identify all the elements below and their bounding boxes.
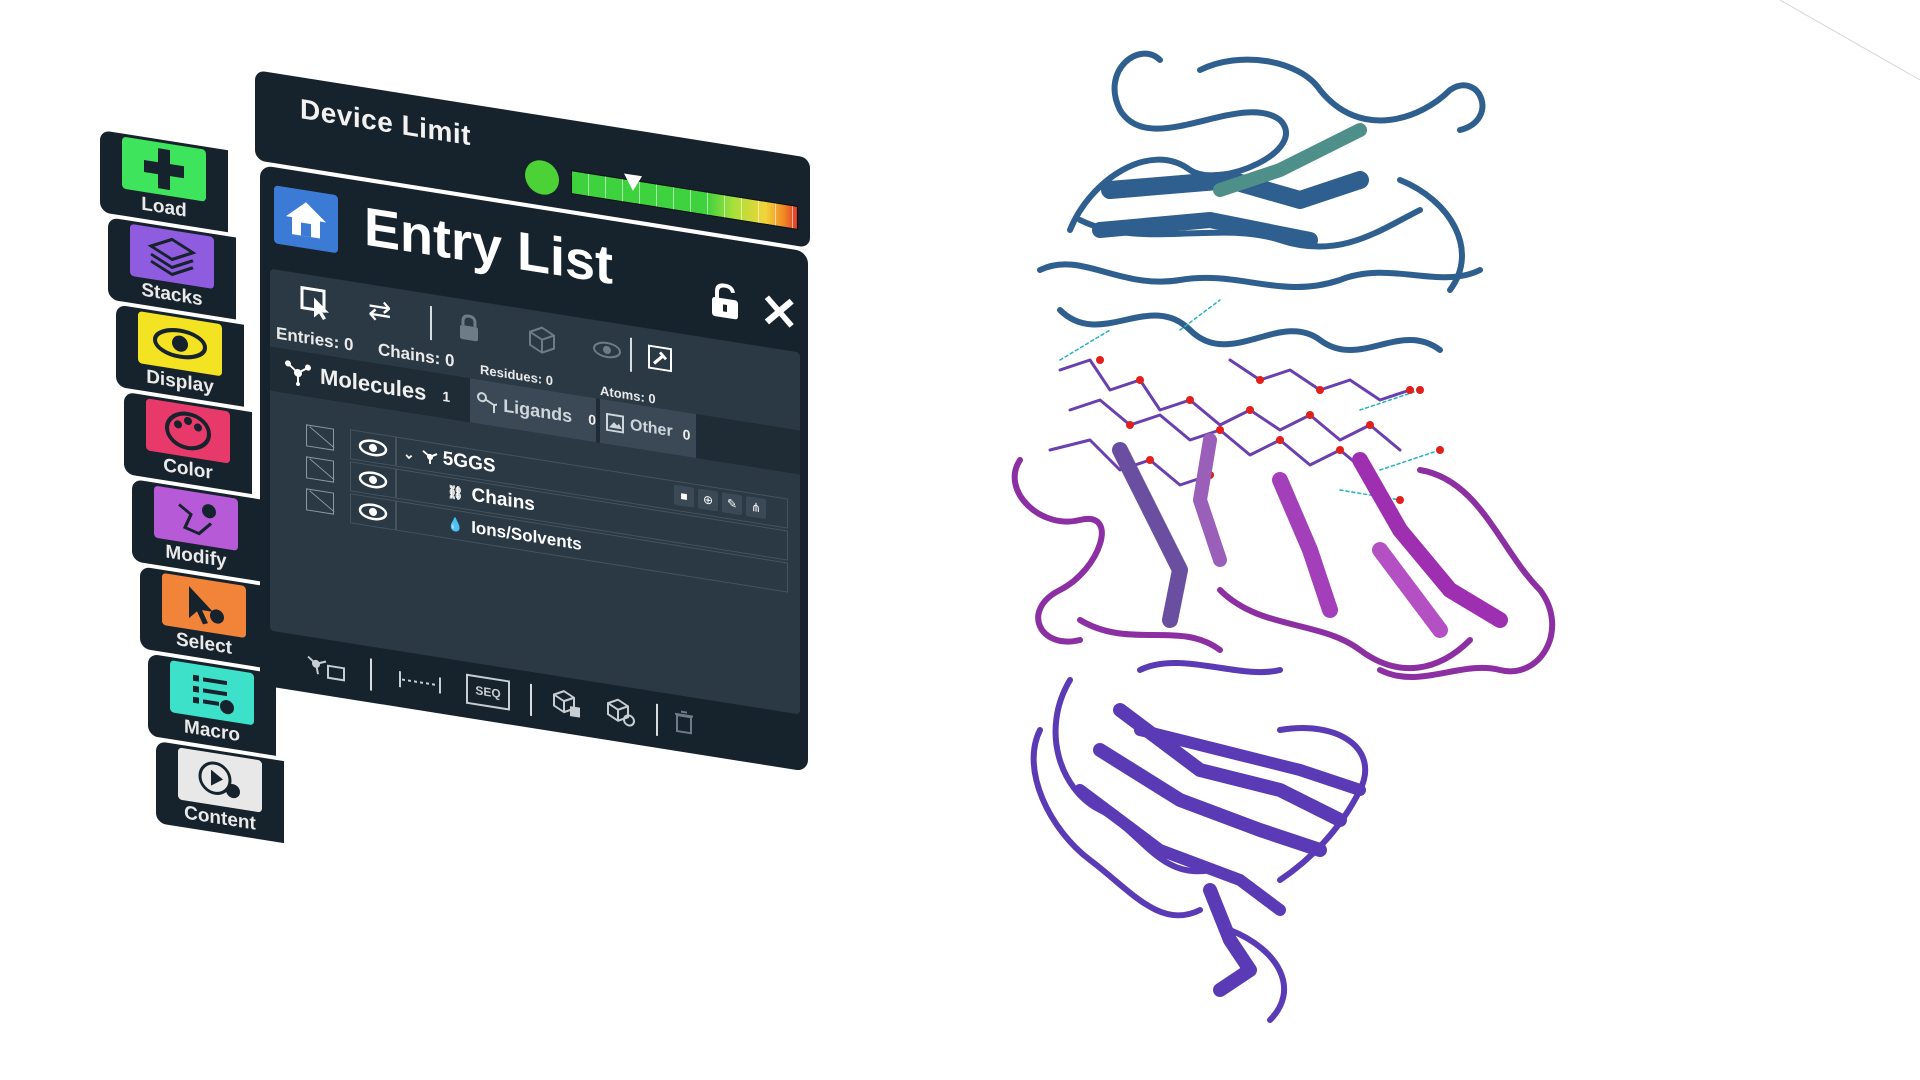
sidebar-item-load[interactable]: Load bbox=[100, 130, 228, 233]
entry-checkbox[interactable] bbox=[306, 424, 334, 451]
macro-list-icon bbox=[170, 660, 254, 726]
device-limit-marker-icon bbox=[623, 173, 642, 193]
sidebar-item-display[interactable]: Display bbox=[116, 304, 244, 407]
wrench-icon[interactable] bbox=[648, 344, 672, 373]
cube-icon[interactable] bbox=[528, 323, 556, 355]
entry-visibility-toggle[interactable] bbox=[350, 493, 396, 531]
sidebar-item-modify[interactable]: Modify bbox=[132, 479, 260, 582]
cube-settings-icon[interactable] bbox=[606, 696, 636, 729]
protein-structure-view[interactable] bbox=[980, 30, 1640, 1050]
entry-list-window: Device Limit Load Stacks Display Color M… bbox=[100, 70, 840, 844]
tab-label: Other bbox=[630, 416, 673, 441]
sidebar-item-stacks[interactable]: Stacks bbox=[108, 217, 236, 320]
home-button[interactable] bbox=[274, 185, 338, 254]
sidebar-item-color[interactable]: Color bbox=[124, 391, 252, 495]
unlock-icon[interactable] bbox=[710, 281, 740, 322]
device-limit-label: Device Limit bbox=[300, 93, 471, 152]
entry-name: Chains bbox=[471, 484, 535, 516]
scene-edge-line bbox=[1780, 0, 1920, 81]
entry-name: 5GGS bbox=[442, 447, 496, 478]
tab-count: 1 bbox=[442, 387, 451, 406]
entry-list-body: ⇄ Entries: 0 Chains: 0 Residues: 0 Atoms… bbox=[270, 268, 800, 715]
home-icon bbox=[286, 202, 326, 239]
trash-icon[interactable] bbox=[674, 709, 694, 736]
protein-domain-bottom bbox=[1030, 660, 1369, 1023]
edit-icon[interactable]: ✎ bbox=[722, 492, 742, 516]
entry-visibility-toggle[interactable] bbox=[350, 429, 396, 467]
lock-entry-icon[interactable] bbox=[458, 312, 480, 343]
lock-icon[interactable]: ■ bbox=[674, 484, 694, 508]
sequence-button[interactable]: SEQ bbox=[466, 673, 510, 711]
sidebar: Load Stacks Display Color Modify Select … bbox=[100, 130, 284, 844]
visibility-icon[interactable] bbox=[592, 338, 622, 363]
ligand-icon bbox=[477, 392, 498, 414]
measure-icon[interactable] bbox=[398, 669, 442, 696]
eye-icon bbox=[358, 503, 388, 521]
molecule-icon bbox=[285, 360, 311, 387]
device-status-indicator bbox=[525, 157, 559, 198]
molecule-icon bbox=[422, 450, 438, 465]
chevron-down-icon[interactable]: ⌄ bbox=[403, 444, 415, 463]
tab-ligands[interactable]: Ligands 0 bbox=[470, 378, 596, 443]
protein-domain-top bbox=[1037, 50, 1486, 353]
molecule-export-icon[interactable] bbox=[306, 650, 348, 685]
swap-icon[interactable]: ⇄ bbox=[368, 292, 391, 329]
droplet-icon: 💧 bbox=[447, 515, 464, 534]
tab-count: 0 bbox=[588, 410, 596, 429]
tab-other[interactable]: Other 0 bbox=[600, 398, 696, 459]
sidebar-item-label: Load bbox=[141, 193, 187, 222]
protein-domain-middle bbox=[1011, 433, 1556, 681]
hierarchy-icon[interactable]: ⋔ bbox=[746, 495, 766, 520]
eye-icon bbox=[358, 471, 388, 489]
vr-scene: Device Limit Load Stacks Display Color M… bbox=[0, 0, 1920, 1080]
sidebar-item-content[interactable]: Content bbox=[156, 740, 284, 844]
sequence-label: SEQ bbox=[475, 683, 501, 702]
zoom-icon[interactable]: ⊕ bbox=[698, 488, 718, 512]
close-icon[interactable]: ✕ bbox=[760, 283, 799, 341]
select-cursor-icon bbox=[162, 572, 246, 639]
eye-icon bbox=[358, 439, 388, 457]
image-icon bbox=[606, 412, 624, 434]
tab-count: 0 bbox=[682, 425, 691, 444]
palette-icon bbox=[146, 398, 230, 464]
chain-link-icon: ⛓ bbox=[447, 483, 464, 502]
entry-checkbox[interactable] bbox=[306, 456, 334, 483]
cube-save-icon[interactable] bbox=[552, 687, 582, 720]
tab-label: Molecules bbox=[320, 363, 427, 406]
entry-list-panel: Entry List ✕ ⇄ Entries: 0 Chains: 0 Resi… bbox=[260, 165, 808, 772]
entry-checkbox[interactable] bbox=[306, 488, 334, 515]
sidebar-item-macro[interactable]: Macro bbox=[148, 653, 276, 756]
plus-icon bbox=[122, 136, 206, 202]
entry-visibility-toggle[interactable] bbox=[350, 461, 396, 499]
tab-label: Ligands bbox=[503, 395, 573, 426]
select-entry-icon[interactable] bbox=[300, 285, 334, 322]
sidebar-item-select[interactable]: Select bbox=[140, 566, 268, 669]
